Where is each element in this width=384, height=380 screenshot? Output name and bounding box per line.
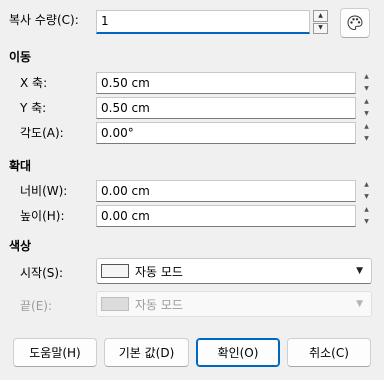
angle-label: 각도(A): [20, 126, 64, 140]
ok-button[interactable]: 확인(O) [196, 338, 280, 367]
y-axis-stepper[interactable]: ▲ ▼ [359, 97, 374, 119]
height-label: 높이(H): [20, 209, 65, 223]
help-button[interactable]: 도움말(H) [13, 338, 97, 367]
defaults-button[interactable]: 기본 값(D) [104, 338, 189, 367]
decrement-icon[interactable]: ▼ [359, 217, 374, 228]
y-axis-label: Y 축: [20, 101, 47, 115]
enlarge-section-title: 확대 [9, 159, 32, 173]
palette-button[interactable] [340, 8, 370, 38]
increment-icon[interactable]: ▲ [359, 205, 374, 216]
increment-icon[interactable]: ▲ [359, 97, 374, 108]
end-color-dropdown[interactable]: 자동 모드 ▼ [96, 291, 372, 317]
decrement-icon[interactable]: ▼ [359, 109, 374, 120]
width-stepper[interactable]: ▲ ▼ [359, 180, 374, 202]
copies-input[interactable]: 1 [96, 10, 310, 34]
y-axis-input[interactable]: 0.50 cm [96, 97, 356, 119]
end-color-value: 자동 모드 [135, 297, 183, 312]
cancel-button[interactable]: 취소(C) [287, 338, 371, 367]
decrement-icon[interactable]: ▼ [313, 22, 328, 34]
palette-icon [347, 15, 363, 31]
end-color-label: 끝(E): [20, 299, 53, 313]
start-color-value: 자동 모드 [135, 264, 183, 279]
height-stepper[interactable]: ▲ ▼ [359, 205, 374, 227]
x-axis-stepper[interactable]: ▲ ▼ [359, 72, 374, 94]
angle-input[interactable]: 0.00° [96, 122, 356, 144]
decrement-icon[interactable]: ▼ [359, 84, 374, 95]
move-section-title: 이동 [9, 50, 32, 64]
colors-section-title: 색상 [9, 239, 32, 253]
copies-stepper[interactable]: ▲ ▼ [313, 10, 328, 34]
increment-icon[interactable]: ▲ [313, 10, 328, 22]
start-color-swatch [101, 264, 129, 278]
start-color-dropdown[interactable]: 자동 모드 ▼ [96, 258, 372, 284]
copies-label: 복사 수량(C): [9, 13, 79, 27]
start-color-label: 시작(S): [20, 266, 64, 280]
decrement-icon[interactable]: ▼ [359, 192, 374, 203]
width-input[interactable]: 0.00 cm [96, 180, 356, 202]
decrement-icon[interactable]: ▼ [359, 134, 374, 145]
increment-icon[interactable]: ▲ [359, 122, 374, 133]
chevron-down-icon[interactable]: ▼ [356, 266, 363, 276]
chevron-down-icon[interactable]: ▼ [356, 299, 363, 309]
end-color-swatch [101, 297, 129, 311]
height-input[interactable]: 0.00 cm [96, 205, 356, 227]
increment-icon[interactable]: ▲ [359, 72, 374, 83]
x-axis-label: X 축: [20, 76, 48, 90]
angle-stepper[interactable]: ▲ ▼ [359, 122, 374, 144]
x-axis-input[interactable]: 0.50 cm [96, 72, 356, 94]
width-label: 너비(W): [20, 184, 68, 198]
increment-icon[interactable]: ▲ [359, 180, 374, 191]
